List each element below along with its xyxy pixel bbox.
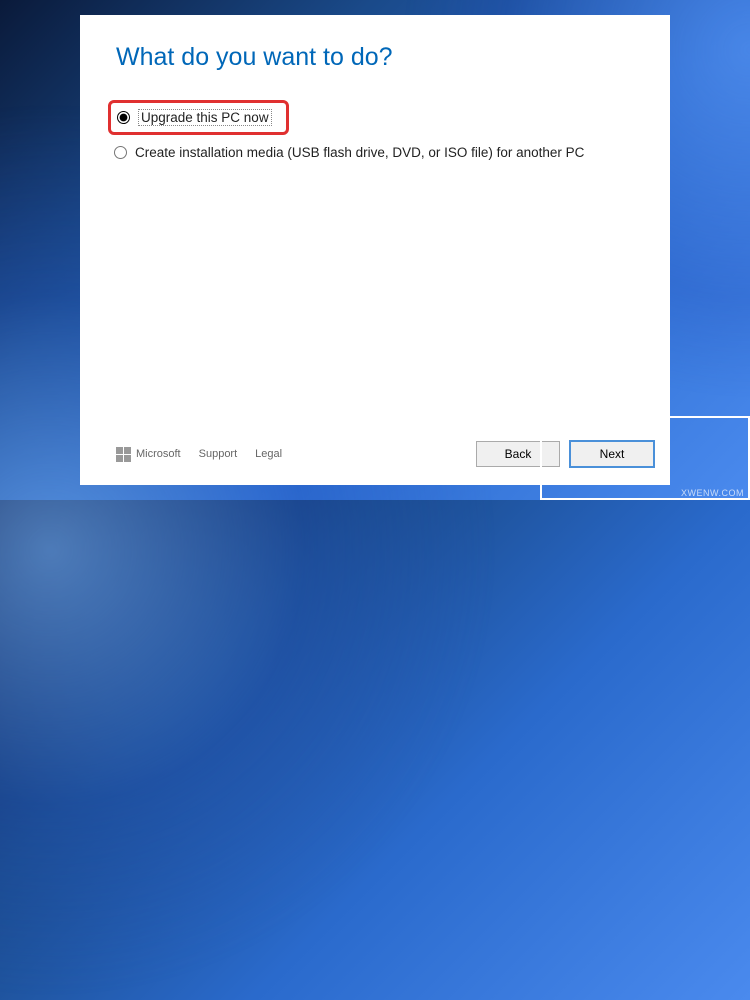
next-button[interactable]: Next [570, 441, 654, 467]
footer-links: Microsoft Support Legal [116, 447, 282, 462]
setup-dialog: What do you want to do? Upgrade this PC … [80, 15, 670, 485]
footer-buttons: Back Next [476, 441, 654, 467]
page-title: What do you want to do? [116, 43, 634, 72]
highlight-annotation: Upgrade this PC now [108, 100, 289, 135]
dialog-footer: Microsoft Support Legal Back Next [80, 431, 670, 485]
option-upgrade-row[interactable]: Upgrade this PC now [117, 107, 272, 128]
support-link[interactable]: Support [199, 448, 238, 460]
dialog-content: What do you want to do? Upgrade this PC … [80, 15, 670, 431]
option-media-label: Create installation media (USB flash dri… [135, 145, 584, 160]
back-button[interactable]: Back [476, 441, 560, 467]
option-media-row[interactable]: Create installation media (USB flash dri… [114, 143, 634, 162]
microsoft-logo: Microsoft [116, 447, 181, 462]
option-media-radio[interactable] [114, 146, 127, 159]
microsoft-label: Microsoft [136, 448, 181, 460]
option-upgrade-radio[interactable] [117, 111, 130, 124]
microsoft-logo-icon [116, 447, 131, 462]
option-upgrade-label: Upgrade this PC now [138, 109, 272, 126]
watermark-text: XWENW.COM [681, 488, 744, 498]
legal-link[interactable]: Legal [255, 448, 282, 460]
